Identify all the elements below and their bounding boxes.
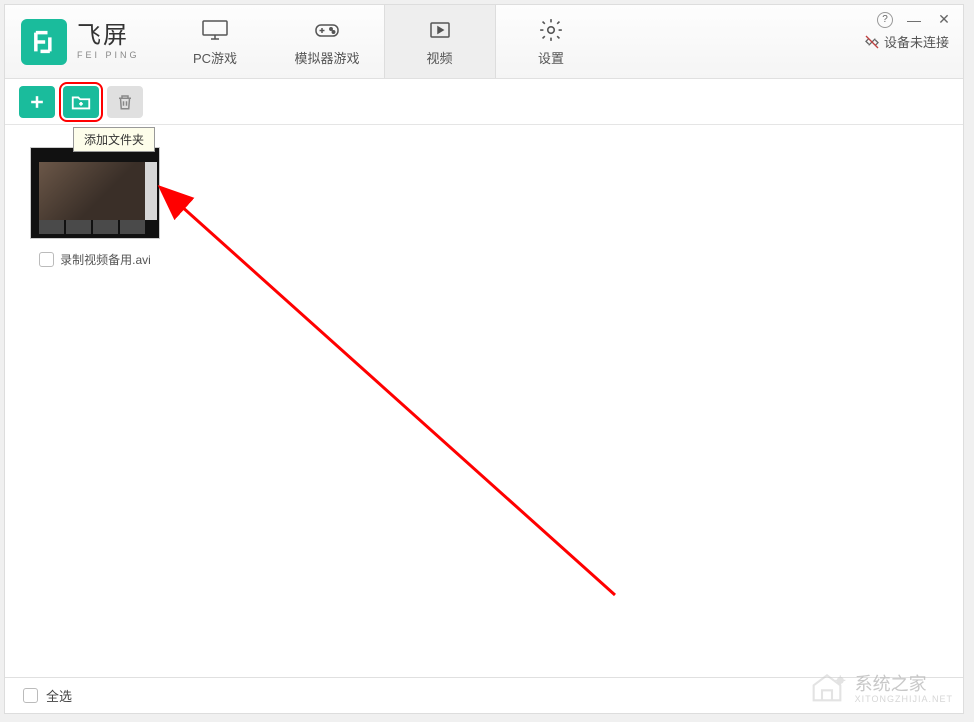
select-all-label: 全选: [46, 686, 72, 705]
logo: 飞屏 FEI PING: [5, 5, 160, 78]
trash-icon: [116, 92, 134, 112]
folder-plus-icon: [70, 92, 92, 112]
device-status: 设备未连接: [864, 32, 949, 51]
window-controls: ? — ✕: [877, 11, 953, 28]
tab-bar: PC游戏 模拟器游戏: [160, 5, 608, 78]
monitor-icon: [200, 16, 230, 44]
minimize-button[interactable]: —: [905, 12, 923, 28]
tab-video[interactable]: 视频: [384, 5, 496, 78]
app-window: 飞屏 FEI PING PC游戏: [4, 4, 964, 714]
delete-button[interactable]: [107, 86, 143, 118]
tab-label: PC游戏: [193, 48, 237, 67]
tab-pc-games[interactable]: PC游戏: [160, 5, 272, 78]
item-checkbox[interactable]: [39, 252, 54, 267]
disconnected-icon: [864, 34, 880, 50]
add-button[interactable]: [19, 86, 55, 118]
close-button[interactable]: ✕: [935, 11, 953, 28]
watermark: 系统之家 XITONGZHIJIA.NET: [807, 667, 953, 707]
tab-label: 模拟器游戏: [295, 48, 360, 67]
video-item[interactable]: 录制视频备用.avi: [25, 147, 165, 268]
status-area: 设备未连接: [864, 32, 963, 51]
tab-emulator-games[interactable]: 模拟器游戏: [272, 5, 384, 78]
select-all-checkbox[interactable]: [23, 688, 38, 703]
content-area: 录制视频备用.avi: [5, 125, 963, 677]
app-name-cn: 飞屏: [77, 24, 140, 48]
help-button[interactable]: ?: [877, 12, 893, 28]
watermark-title: 系统之家: [855, 670, 953, 696]
tab-settings[interactable]: 设置: [496, 5, 608, 78]
header: 飞屏 FEI PING PC游戏: [5, 5, 963, 79]
gear-icon: [538, 16, 564, 44]
tab-label: 设置: [538, 48, 564, 67]
video-filename: 录制视频备用.avi: [60, 251, 151, 268]
tab-label: 视频: [427, 48, 453, 67]
watermark-icon: [807, 667, 847, 707]
toolbar: 添加文件夹: [5, 79, 963, 125]
tooltip-add-folder: 添加文件夹: [73, 127, 155, 152]
video-icon: [425, 16, 455, 44]
gamepad-icon: [312, 16, 342, 44]
app-logo-icon: [21, 19, 67, 65]
video-thumbnail[interactable]: [30, 147, 160, 239]
device-status-text: 设备未连接: [884, 32, 949, 51]
app-name-en: FEI PING: [77, 51, 140, 60]
add-folder-button[interactable]: [63, 86, 99, 118]
plus-icon: [27, 92, 47, 112]
watermark-sub: XITONGZHIJIA.NET: [855, 694, 953, 704]
annotation-arrow: [85, 185, 645, 615]
